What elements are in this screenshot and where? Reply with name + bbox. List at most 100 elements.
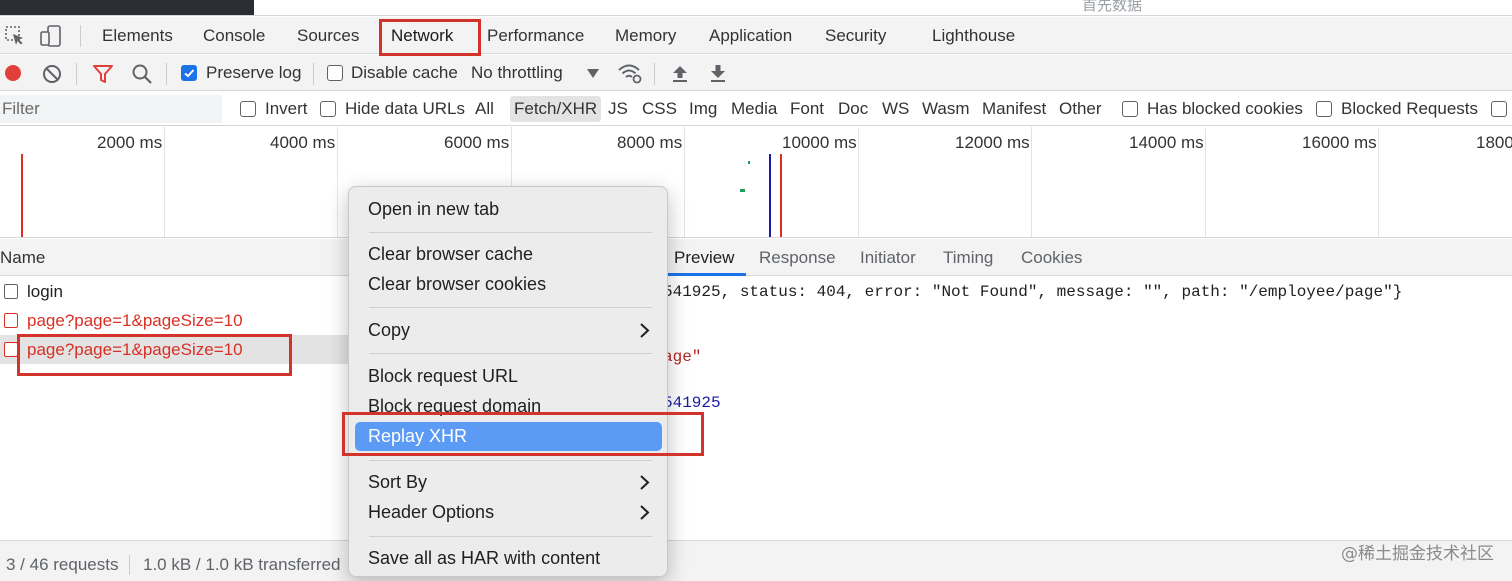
request-name: page?page=1&pageSize=10 xyxy=(27,311,243,330)
invert-checkbox[interactable] xyxy=(240,101,256,117)
search-icon[interactable] xyxy=(131,63,153,85)
menu-item-sort-by[interactable]: Sort By xyxy=(355,468,662,497)
tab-timing[interactable]: Timing xyxy=(943,239,993,276)
menu-item-replay-xhr[interactable]: Replay XHR xyxy=(355,422,662,451)
menu-item-label: Block request URL xyxy=(368,366,519,386)
import-icon[interactable] xyxy=(670,63,690,83)
timeline-tick-label: 12000 ms xyxy=(955,133,1030,152)
type-filter-fetch-xhr[interactable]: Fetch/XHR xyxy=(510,96,602,122)
page-ghost-text: 首先数据 xyxy=(1082,0,1143,14)
filter-bar: Invert Hide data URLs All Fetch/XHR JS C… xyxy=(0,92,1512,126)
request-row-selected[interactable]: page?page=1&pageSize=10 xyxy=(0,335,350,364)
hide-data-urls-checkbox[interactable] xyxy=(320,101,336,117)
blocked-requests-label: Blocked Requests xyxy=(1341,99,1479,118)
type-filter-ws[interactable]: WS xyxy=(882,96,909,122)
device-toolbar-icon[interactable] xyxy=(40,25,62,47)
preview-summary-line[interactable]: 541925, status: 404, error: "Not Found",… xyxy=(663,283,1402,301)
tab-performance[interactable]: Performance xyxy=(487,17,584,54)
menu-item-label: Save all as HAR with content xyxy=(368,548,601,568)
chevron-right-icon xyxy=(640,323,650,338)
menu-item-label: Block request domain xyxy=(368,396,542,416)
tab-memory[interactable]: Memory xyxy=(615,17,676,54)
status-bar: 3 / 46 requests 1.0 kB / 1.0 kB transfer… xyxy=(0,540,1512,581)
menu-item-copy[interactable]: Copy xyxy=(355,316,662,345)
menu-separator xyxy=(369,353,652,354)
watermark: @稀土掘金技术社区 xyxy=(1341,544,1494,564)
inspect-element-icon[interactable] xyxy=(4,25,26,47)
blocked-cookies-checkbox[interactable] xyxy=(1122,101,1138,117)
type-filter-img[interactable]: Img xyxy=(689,96,717,122)
clear-icon[interactable] xyxy=(42,64,62,84)
record-icon[interactable] xyxy=(4,64,22,82)
timeline-tick-label: 6000 ms xyxy=(444,133,510,152)
export-icon[interactable] xyxy=(708,63,728,83)
type-filter-font[interactable]: Font xyxy=(790,96,824,122)
request-list-header[interactable]: Name xyxy=(0,239,350,276)
request-row[interactable]: login xyxy=(0,277,350,306)
tab-cookies[interactable]: Cookies xyxy=(1021,239,1082,276)
toolbar-separator xyxy=(166,63,167,85)
type-filter-other[interactable]: Other xyxy=(1059,96,1102,122)
name-column-header[interactable]: Name xyxy=(0,239,45,276)
chevron-right-icon xyxy=(640,505,650,520)
request-count: 3 / 46 requests xyxy=(6,555,119,574)
blocked-requests-checkbox[interactable] xyxy=(1316,101,1332,117)
menu-item-block-request-url[interactable]: Block request URL xyxy=(355,362,662,391)
transferred-size: 1.0 kB / 1.0 kB transferred xyxy=(143,555,341,574)
menu-separator xyxy=(369,460,652,461)
third-party-checkbox[interactable] xyxy=(1491,101,1507,117)
wifi-settings-icon[interactable] xyxy=(617,62,643,84)
request-list: login page?page=1&pageSize=10 page?page=… xyxy=(0,277,350,539)
finish-marker xyxy=(780,154,782,237)
menu-item-clear-browser-cache[interactable]: Clear browser cache xyxy=(355,240,662,269)
menu-item-block-request-domain[interactable]: Block request domain xyxy=(355,392,662,421)
tab-network[interactable]: Network xyxy=(391,17,453,54)
menu-item-save-all-as-har[interactable]: Save all as HAR with content xyxy=(355,544,662,573)
timeline-overview[interactable]: 2000 ms 4000 ms 6000 ms 8000 ms 10000 ms… xyxy=(0,127,1512,238)
type-filter-media[interactable]: Media xyxy=(731,96,777,122)
tab-response[interactable]: Response xyxy=(759,239,836,276)
menu-item-label: Replay XHR xyxy=(368,426,468,446)
request-type-icon xyxy=(4,342,18,357)
filter-icon[interactable] xyxy=(92,64,114,84)
page-strip: 首先数据 xyxy=(0,0,1512,16)
toolbar-separator xyxy=(313,63,314,85)
type-filter-doc[interactable]: Doc xyxy=(838,96,868,122)
request-bar xyxy=(740,189,745,192)
request-bar xyxy=(748,161,750,164)
preview-number-value: 541925 xyxy=(663,394,721,412)
type-filter-all[interactable]: All xyxy=(475,96,494,122)
menu-item-header-options[interactable]: Header Options xyxy=(355,498,662,527)
tab-sources[interactable]: Sources xyxy=(297,17,359,54)
timeline-tick-label: 2000 ms xyxy=(97,133,163,152)
type-filter-wasm[interactable]: Wasm xyxy=(922,96,970,122)
type-filter-css[interactable]: CSS xyxy=(642,96,677,122)
preserve-log-checkbox[interactable] xyxy=(181,65,197,81)
request-row[interactable]: page?page=1&pageSize=10 xyxy=(0,306,350,335)
menu-item-label: Sort By xyxy=(368,472,428,492)
tab-application[interactable]: Application xyxy=(709,17,792,54)
timeline-gridline xyxy=(1378,127,1379,237)
menu-item-clear-browser-cookies[interactable]: Clear browser cookies xyxy=(355,270,662,299)
timeline-tick-label: 1800 xyxy=(1476,133,1512,152)
tab-preview[interactable]: Preview xyxy=(674,239,734,276)
tab-lighthouse[interactable]: Lighthouse xyxy=(932,17,1015,54)
tab-elements[interactable]: Elements xyxy=(102,17,173,54)
type-filter-js[interactable]: JS xyxy=(608,96,628,122)
hide-data-urls-label: Hide data URLs xyxy=(345,99,466,118)
type-filter-manifest[interactable]: Manifest xyxy=(982,96,1046,122)
disable-cache-checkbox[interactable] xyxy=(327,65,343,81)
caret-down-icon[interactable] xyxy=(587,69,599,78)
tab-console[interactable]: Console xyxy=(203,17,265,54)
tabbar-separator xyxy=(80,25,81,47)
menu-item-open-in-new-tab[interactable]: Open in new tab xyxy=(355,195,662,224)
filter-input[interactable] xyxy=(0,95,222,123)
tab-security[interactable]: Security xyxy=(825,17,886,54)
request-type-icon xyxy=(4,313,18,328)
tab-initiator[interactable]: Initiator xyxy=(860,239,916,276)
load-event-marker xyxy=(769,154,771,237)
invert-label: Invert xyxy=(265,99,308,118)
menu-separator xyxy=(369,232,652,233)
timeline-gridline xyxy=(337,127,338,237)
throttling-select[interactable]: No throttling xyxy=(471,55,563,91)
